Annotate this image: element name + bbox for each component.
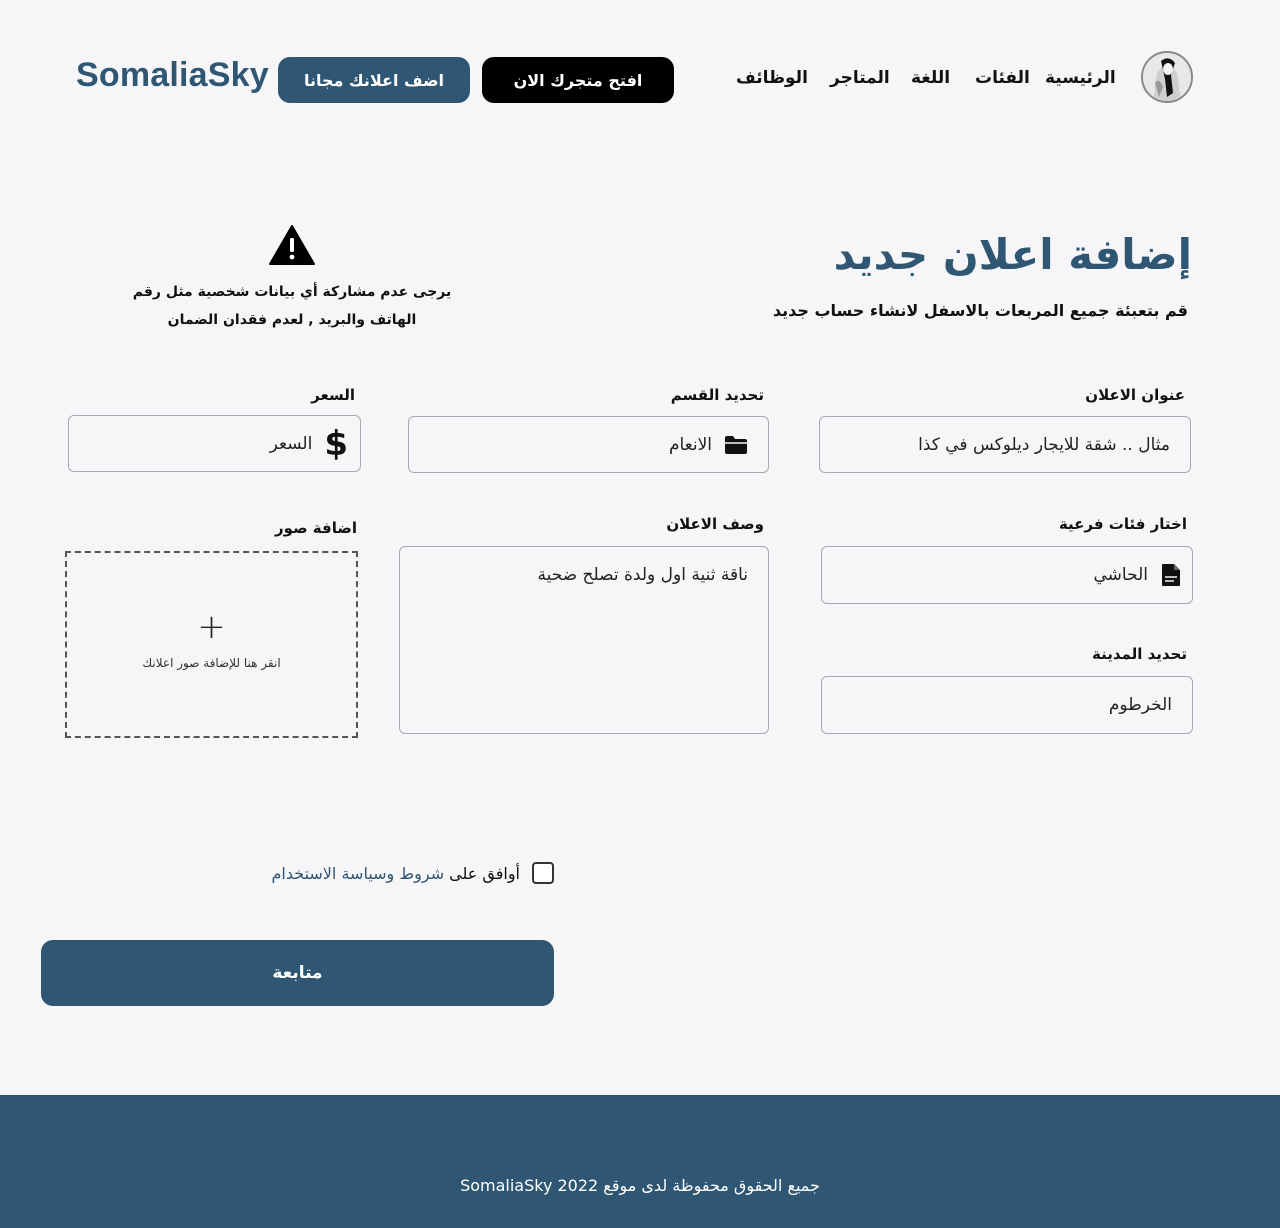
nav-stores[interactable]: المتاجر (830, 68, 890, 88)
subcategory-value: الحاشي (1093, 565, 1148, 585)
footer-copyright: جميع الحقوق محفوظة لدى موقع SomaliaSky 2… (460, 1176, 820, 1195)
agree-prefix: أوافق على (449, 863, 520, 883)
page-subtitle: قم بتعبئة جميع المربعات بالاسفل لانشاء ح… (772, 301, 1188, 320)
continue-button[interactable]: متابعة (41, 940, 554, 1006)
ad-title-input[interactable]: مثال .. شقة للايجار ديلوكس في كذا (819, 416, 1191, 473)
city-label: تحديد المدينة (1092, 645, 1187, 663)
section-label: تحديد القسم (670, 386, 764, 404)
post-ad-free-button[interactable]: اضف اعلانك مجانا (278, 57, 470, 103)
avatar-image (1143, 53, 1191, 101)
photo-upload-hint: انقر هنا للإضافة صور اعلانك (142, 655, 281, 670)
terms-link[interactable]: شروط وسياسة الاستخدام (271, 864, 444, 883)
nav-jobs[interactable]: الوظائف (736, 68, 808, 88)
price-label: السعر (311, 386, 355, 404)
subcategory-select[interactable]: الحاشي (821, 546, 1193, 604)
nav-home[interactable]: الرئيسية (1045, 68, 1116, 88)
page-title: إضافة اعلان جديد (833, 230, 1192, 279)
price-input[interactable]: $ السعر (68, 415, 361, 472)
plus-icon: + (197, 606, 226, 647)
file-icon (1160, 563, 1182, 587)
description-value: ناقة ثنية اول ولدة تصلح ضحية (537, 565, 748, 585)
warning-icon (269, 225, 315, 265)
terms-agreement: أوافق على شروط وسياسة الاستخدام (271, 862, 554, 884)
photos-label: اضافة صور (275, 519, 357, 537)
nav-categories[interactable]: الفئات (975, 68, 1030, 88)
site-logo[interactable]: SomaliaSky (76, 56, 269, 95)
city-value: الخرطوم (1108, 695, 1172, 715)
ad-title-label: عنوان الاعلان (1085, 386, 1185, 404)
price-placeholder: السعر (269, 433, 313, 454)
description-label: وصف الاعلان (666, 515, 764, 533)
ad-title-placeholder: مثال .. شقة للايجار ديلوكس في كذا (918, 434, 1170, 455)
user-avatar[interactable] (1141, 51, 1193, 103)
folder-icon (724, 435, 748, 455)
privacy-warning-line1: يرجى عدم مشاركة أي بيانات شخصية مثل رقم (132, 284, 452, 300)
open-store-button[interactable]: افتح متجرك الان (482, 57, 674, 103)
photo-upload-area[interactable]: + انقر هنا للإضافة صور اعلانك (65, 551, 358, 738)
subcategory-label: اختار فئات فرعية (1058, 515, 1187, 533)
footer (0, 1095, 1280, 1228)
section-select[interactable]: الانعام (408, 416, 769, 473)
description-textarea[interactable]: ناقة ثنية اول ولدة تصلح ضحية (399, 546, 769, 734)
privacy-warning: يرجى عدم مشاركة أي بيانات شخصية مثل رقم … (100, 278, 484, 334)
nav-language[interactable]: اللغة (911, 68, 950, 88)
section-value: الانعام (668, 434, 712, 455)
terms-checkbox[interactable] (532, 862, 554, 884)
dollar-icon: $ (324, 423, 348, 464)
city-select[interactable]: الخرطوم (821, 676, 1193, 734)
privacy-warning-line2: الهاتف والبريد , لعدم فقدان الضمان (167, 312, 417, 328)
